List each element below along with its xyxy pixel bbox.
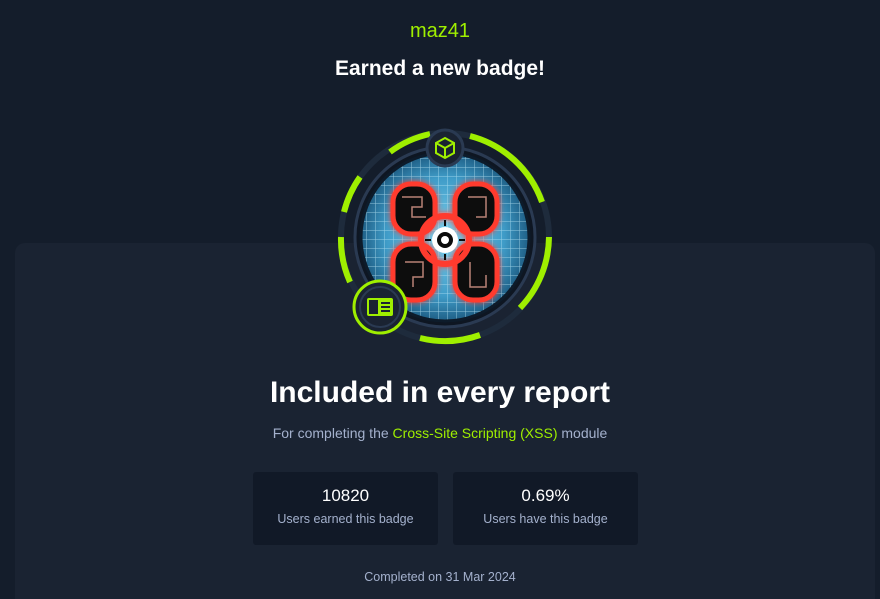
stat-value: 0.69% (521, 486, 570, 505)
description-suffix: module (561, 425, 608, 441)
badge-title: Included in every report (269, 376, 611, 409)
stat-users-earned: 10820 Users earned this badge (253, 472, 438, 545)
badge-page: maz41 Earned a new badge! Included in ev… (0, 0, 880, 599)
stat-value: 10820 (321, 486, 370, 505)
cube-icon (425, 128, 465, 168)
completed-date: Completed on 31 Mar 2024 (364, 570, 516, 584)
username[interactable]: maz41 (0, 20, 880, 43)
module-link[interactable]: Cross-Site Scripting (XSS) (393, 425, 558, 441)
stat-label: Users have this badge (483, 512, 608, 526)
description-prefix: For completing the (272, 425, 389, 441)
module-card-icon (352, 279, 408, 335)
earned-headline: Earned a new badge! (334, 57, 546, 80)
stat-users-percent: 0.69% Users have this badge (453, 472, 638, 545)
stat-label: Users earned this badge (277, 512, 414, 526)
badge-description: For completing the Cross-Site Scripting … (0, 425, 880, 441)
badge-image (337, 128, 552, 345)
